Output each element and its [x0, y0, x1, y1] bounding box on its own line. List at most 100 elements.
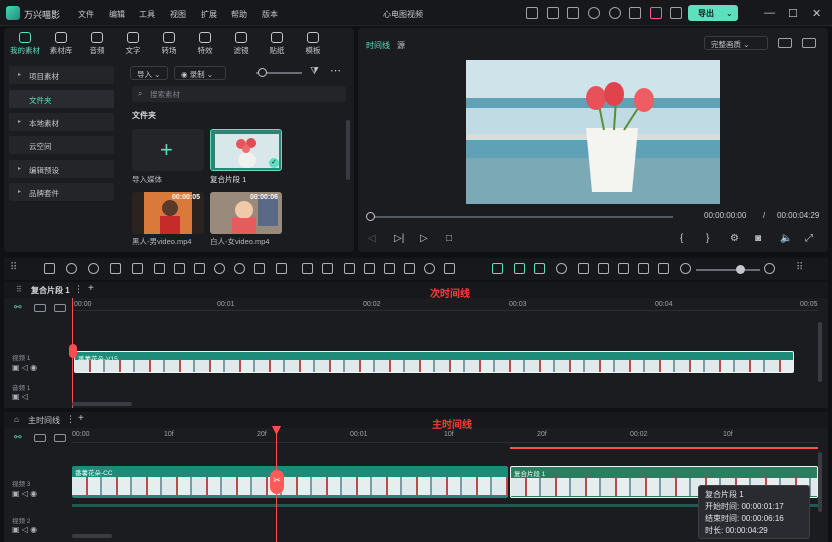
redo-icon[interactable] — [88, 263, 99, 274]
link-icon[interactable]: ⚯ — [14, 302, 22, 313]
tab-stickers[interactable]: 贴纸 — [260, 32, 294, 56]
play-icon[interactable]: ▷ — [420, 233, 428, 244]
tab-stock-media[interactable]: 素材库 — [44, 32, 78, 56]
delete-icon[interactable] — [110, 263, 121, 274]
menu-tools[interactable]: 工具 — [139, 9, 155, 20]
settings-icon[interactable]: ⚙ — [730, 233, 739, 244]
timeline1-hscroll[interactable] — [72, 402, 132, 406]
account-icon[interactable] — [670, 7, 682, 19]
fit-icon[interactable] — [638, 263, 649, 274]
menu-file[interactable]: 文件 — [78, 9, 94, 20]
headset-icon[interactable] — [609, 7, 621, 19]
tree-folder[interactable]: 文件夹 — [9, 90, 114, 108]
import-dropdown[interactable]: 导入 ⌄ — [130, 66, 168, 80]
zoom-slider[interactable] — [696, 269, 760, 271]
track-controls-icon[interactable]: ▣ ◁ ◉ — [12, 489, 37, 498]
audio-controls-icon[interactable]: ▣ ◁ — [12, 392, 28, 401]
tab-transitions[interactable]: 转场 — [152, 32, 186, 56]
slider-handle[interactable] — [258, 68, 267, 77]
video-thumb-male[interactable]: 00:00:05 — [132, 192, 204, 234]
track-manager-icon[interactable] — [34, 434, 46, 442]
add-track-icon[interactable] — [514, 263, 525, 274]
record-dropdown[interactable]: ◉ 录制 ⌄ — [174, 66, 226, 80]
timer-icon[interactable] — [234, 263, 245, 274]
timeline2-menu-icon[interactable]: ⋮ — [66, 414, 75, 425]
cart-icon[interactable] — [650, 7, 662, 19]
track-controls-icon[interactable]: ▣ ◁ ◉ — [12, 363, 37, 372]
tab-templates[interactable]: 模板 — [296, 32, 330, 56]
step-icon[interactable]: ▷| — [394, 233, 404, 244]
fullscreen-icon[interactable]: ⤢ — [805, 233, 813, 244]
zoom-out-icon[interactable] — [680, 263, 691, 274]
mixer-icon[interactable] — [618, 263, 629, 274]
playhead-handle[interactable] — [69, 344, 77, 358]
menu-version[interactable]: 版本 — [262, 9, 278, 20]
crop-icon[interactable] — [154, 263, 165, 274]
add-timeline-icon[interactable]: + — [88, 283, 94, 294]
home-icon[interactable]: ⌂ — [14, 415, 19, 424]
keyframe-icon[interactable] — [302, 263, 313, 274]
track-manager-icon[interactable] — [34, 304, 46, 312]
ai-tool-icon[interactable] — [194, 263, 205, 274]
tree-cloud[interactable]: 云空间 — [9, 136, 114, 154]
palette-icon[interactable] — [424, 263, 435, 274]
layout-icon[interactable] — [54, 304, 66, 312]
timeline1-vscroll[interactable] — [818, 322, 822, 382]
import-media-tile[interactable]: + — [132, 129, 204, 171]
tab-timeline[interactable]: 时间线 — [366, 40, 390, 51]
volume-icon[interactable]: 🔈 — [780, 233, 792, 244]
image-track-icon[interactable] — [534, 263, 545, 274]
filter-funnel-icon[interactable]: ⧩ — [310, 66, 319, 77]
media-scrollbar[interactable] — [346, 120, 350, 180]
toolbar-more-icon[interactable]: ⠿ — [796, 262, 803, 273]
camera-icon[interactable]: ◙ — [755, 233, 761, 244]
tab-source[interactable]: 源 — [397, 40, 405, 51]
zoom-in-icon[interactable] — [764, 263, 775, 274]
text-tool-icon[interactable] — [174, 263, 185, 274]
layout-icon[interactable] — [547, 7, 559, 19]
tree-brand-kit[interactable]: ▸ 品牌套件 — [9, 183, 114, 201]
color-icon[interactable] — [276, 263, 287, 274]
export-button[interactable]: 导出 ⌄ — [688, 5, 738, 21]
grid-icon[interactable]: ⠿ — [10, 262, 17, 273]
scissors-icon[interactable]: ✂ — [270, 470, 284, 494]
track-controls-icon[interactable]: ▣ ◁ ◉ — [12, 525, 37, 534]
timeline1-name[interactable]: 复合片段 1 — [31, 285, 70, 296]
minimize-icon[interactable]: — — [764, 7, 775, 19]
menu-view[interactable]: 视图 — [170, 9, 186, 20]
timeline2-hscroll[interactable] — [72, 534, 112, 538]
tab-filters[interactable]: 滤镜 — [224, 32, 258, 56]
more-icon[interactable]: ⋯ — [330, 64, 341, 77]
timeline2-name[interactable]: 主时间线 — [28, 415, 60, 426]
replace-icon[interactable] — [364, 263, 375, 274]
tab-effects[interactable]: 特效 — [188, 32, 222, 56]
more-tools-icon[interactable] — [444, 263, 455, 274]
ai-audio-icon[interactable] — [556, 263, 567, 274]
preview-scrubber[interactable] — [368, 216, 673, 218]
timeline2-vscroll[interactable] — [818, 452, 822, 512]
link-icon[interactable]: ⚯ — [14, 432, 22, 443]
caption-icon[interactable] — [658, 263, 669, 274]
add-timeline-icon[interactable]: + — [78, 413, 84, 424]
gift-icon[interactable] — [629, 7, 641, 19]
export-frame-icon[interactable] — [384, 263, 395, 274]
maximize-icon[interactable]: ☐ — [788, 7, 798, 20]
compound-clip-thumb[interactable]: ✓ — [210, 129, 282, 171]
scrubber-handle[interactable] — [366, 212, 375, 221]
mask-icon[interactable] — [254, 263, 265, 274]
close-icon[interactable]: ✕ — [812, 7, 821, 20]
select-tool-icon[interactable] — [44, 263, 55, 274]
speed-icon[interactable] — [214, 263, 225, 274]
timeline1-menu-icon[interactable]: ⋮ — [74, 284, 83, 295]
layout-icon[interactable] — [54, 434, 66, 442]
prev-frame-icon[interactable]: ◁ — [368, 233, 376, 244]
shield-icon[interactable] — [578, 263, 589, 274]
cloud-icon[interactable] — [588, 7, 600, 19]
mark-in-icon[interactable]: { — [680, 233, 683, 244]
search-input[interactable]: 搜索素材 — [132, 86, 346, 102]
video-thumb-female[interactable]: 00:00:06 — [210, 192, 282, 234]
menu-edit[interactable]: 编辑 — [109, 9, 125, 20]
tab-audio[interactable]: 音频 — [80, 32, 114, 56]
mark-out-icon[interactable]: } — [706, 233, 709, 244]
tab-my-media[interactable]: 我的素材 — [8, 32, 42, 56]
